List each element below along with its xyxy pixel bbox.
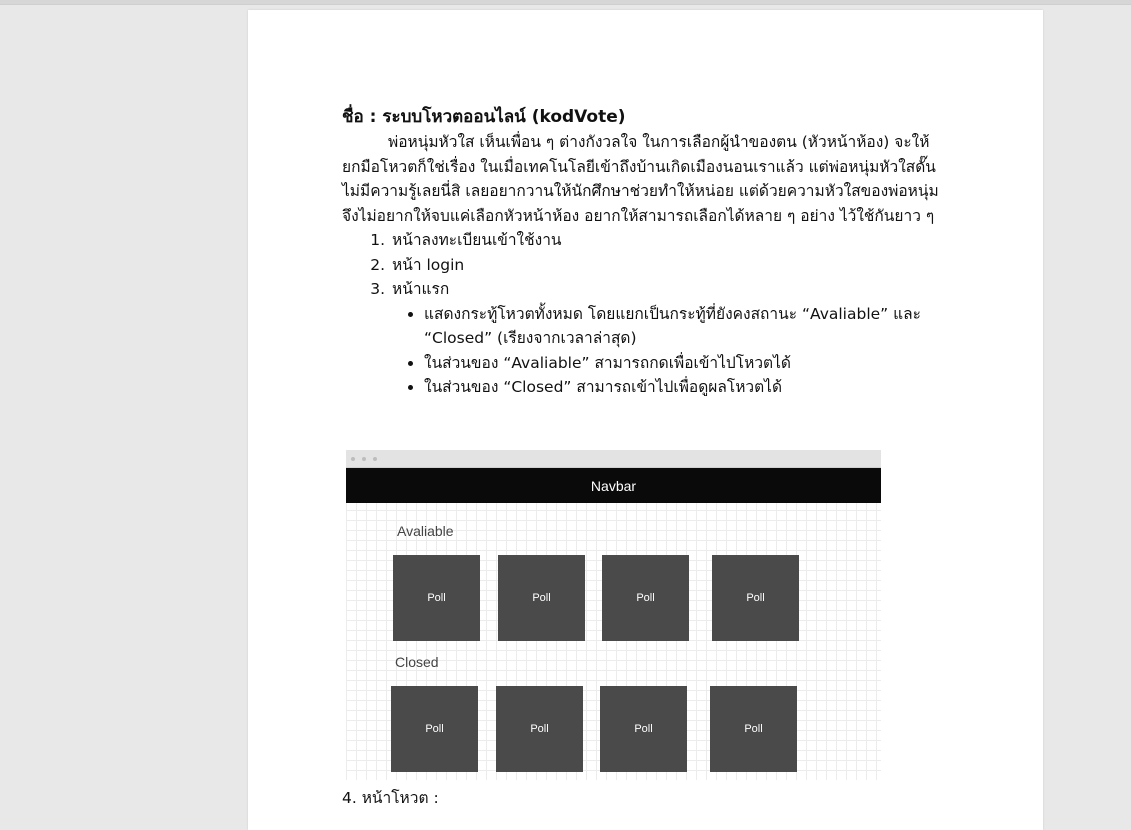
intro-paragraph: พ่อหนุ่มหัวใส เห็นเพื่อน ๆ ต่างกังวลใจ ใ… <box>342 133 939 225</box>
sub-list: แสดงกระทู้โหวตทั้งหมด โดยแยกเป็นกระทู้ที… <box>392 302 952 400</box>
closed-poll-card: Poll <box>391 686 478 772</box>
available-section-label: Avaliable <box>397 523 454 539</box>
closed-section-label: Closed <box>395 654 439 670</box>
list-item: หน้าแรก แสดงกระทู้โหวตทั้งหมด โดยแยกเป็น… <box>390 277 952 400</box>
window-dot-icon <box>351 457 355 461</box>
mockup-titlebar <box>346 450 881 468</box>
available-poll-card: Poll <box>712 555 799 641</box>
list-item: หน้า login <box>390 253 952 278</box>
window-dot-icon <box>373 457 377 461</box>
list-item-next: 4. หน้าโหวต : <box>342 789 439 807</box>
doc-title: ชื่อ : ระบบโหวตออนไลน์ (kodVote) <box>342 107 626 127</box>
list-item-label: หน้าแรก <box>392 280 450 298</box>
list-item: หน้าลงทะเบียนเข้าใช้งาน <box>390 228 952 253</box>
mockup-navbar: Navbar <box>346 468 881 503</box>
feature-list: หน้าลงทะเบียนเข้าใช้งาน หน้า login หน้าแ… <box>342 228 952 400</box>
closed-poll-card: Poll <box>710 686 797 772</box>
document-content: ชื่อ : ระบบโหวตออนไลน์ (kodVote) พ่อหนุ่… <box>342 104 952 400</box>
top-rule <box>0 0 1131 5</box>
available-poll-card: Poll <box>393 555 480 641</box>
window-dot-icon <box>362 457 366 461</box>
sub-list-item: ในส่วนของ “Closed” สามารถเข้าไปเพื่อดูผล… <box>424 375 952 400</box>
closed-poll-card: Poll <box>496 686 583 772</box>
document-page: ชื่อ : ระบบโหวตออนไลน์ (kodVote) พ่อหนุ่… <box>248 10 1043 830</box>
sub-list-item: แสดงกระทู้โหวตทั้งหมด โดยแยกเป็นกระทู้ที… <box>424 302 952 351</box>
sub-list-item: ในส่วนของ “Avaliable” สามารถกดเพื่อเข้าไ… <box>424 351 952 376</box>
wireframe-mockup: Navbar Avaliable Poll Poll Poll Poll Clo… <box>346 450 881 780</box>
closed-poll-card: Poll <box>600 686 687 772</box>
available-poll-card: Poll <box>602 555 689 641</box>
available-poll-card: Poll <box>498 555 585 641</box>
